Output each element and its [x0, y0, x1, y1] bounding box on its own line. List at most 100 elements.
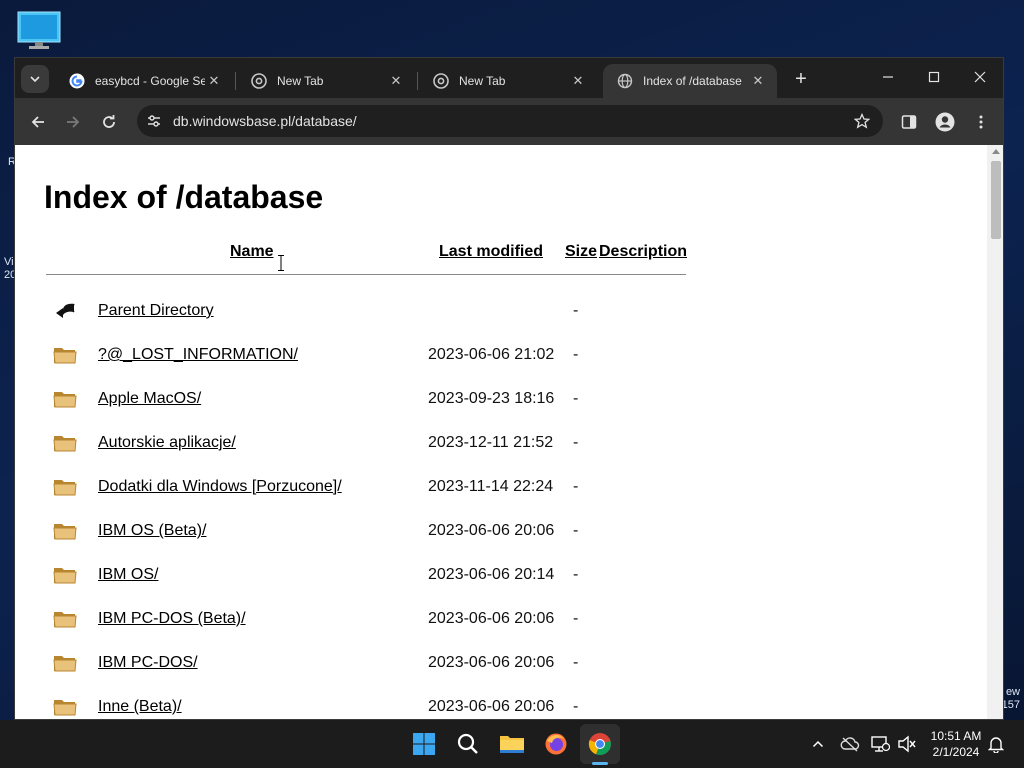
browser-window: easybcd - Google Se ✕ New Tab ✕ New Tab …	[14, 57, 1004, 720]
listing-link[interactable]: IBM PC-DOS (Beta)/	[98, 610, 246, 628]
notifications-button[interactable]	[984, 732, 1008, 756]
start-icon	[413, 733, 435, 755]
tab-search-button[interactable]	[21, 65, 49, 93]
chrome-icon	[588, 733, 611, 756]
chrome-icon	[433, 73, 449, 89]
close-icon[interactable]: ✕	[205, 72, 223, 90]
tab-index-of-database[interactable]: Index of /database ✕	[603, 64, 777, 98]
column-header-name[interactable]: Name	[230, 243, 274, 261]
tab-new-tab-1[interactable]: New Tab ✕	[237, 64, 415, 98]
listing-last-modified: 2023-06-06 20:06	[428, 698, 555, 715]
file-explorer-icon	[500, 736, 524, 753]
minimize-icon	[883, 76, 893, 78]
url-text[interactable]: db.windowsbase.pl/database/	[173, 113, 847, 129]
tab-title: New Tab	[459, 74, 506, 88]
tab-title: New Tab	[277, 74, 324, 88]
google-icon	[69, 73, 85, 89]
listing-link[interactable]: Apple MacOS/	[98, 390, 201, 408]
firefox-button[interactable]	[536, 724, 576, 764]
forward-button[interactable]	[59, 108, 87, 136]
menu-button[interactable]	[967, 108, 995, 136]
chrome-taskbar-button[interactable]	[580, 724, 620, 764]
close-icon[interactable]: ✕	[387, 72, 405, 90]
tab-separator	[417, 72, 418, 90]
listing-row: IBM OS (Beta)/ 2023-06-06 20:06 -	[15, 521, 715, 565]
scroll-thumb[interactable]	[991, 161, 1001, 239]
listing-last-modified: 2023-06-06 20:06	[428, 610, 555, 627]
chrome-icon	[251, 73, 267, 89]
tab-new-tab-2[interactable]: New Tab ✕	[419, 64, 597, 98]
back-button[interactable]	[24, 108, 52, 136]
listing-size: -	[573, 698, 579, 715]
chevron-up-icon	[812, 740, 824, 748]
clock-date: 2/1/2024	[932, 745, 980, 759]
listing-size: -	[573, 302, 579, 319]
folder-icon	[53, 521, 77, 541]
listing-link[interactable]: IBM PC-DOS/	[98, 654, 198, 672]
column-header-size[interactable]: Size	[565, 243, 597, 261]
arrow-left-icon	[31, 116, 44, 128]
listing-row: ?@_LOST_INFORMATION/2023-06-06 21:02 -	[15, 345, 715, 389]
listing-last-modified: 2023-06-06 20:06	[428, 654, 555, 671]
bookmark-star-icon[interactable]	[847, 106, 877, 136]
tab-separator	[235, 72, 236, 90]
close-icon[interactable]: ✕	[569, 72, 587, 90]
listing-last-modified: 2023-11-14 22:24	[428, 478, 554, 495]
listing-link[interactable]: Dodatki dla Windows [Porzucone]/	[98, 478, 342, 496]
listing-link[interactable]: Parent Directory	[98, 302, 214, 320]
this-pc-icon[interactable]	[16, 10, 62, 50]
page-viewport: Index of /database Name Last modified Si…	[15, 145, 987, 719]
listing-size: -	[573, 346, 579, 363]
side-panel-icon	[901, 115, 917, 129]
site-info-icon[interactable]	[139, 106, 169, 136]
chevron-down-icon	[30, 76, 40, 83]
listing-link[interactable]: IBM OS (Beta)/	[98, 522, 206, 540]
tab-easybcd-search[interactable]: easybcd - Google Se ✕	[55, 64, 233, 98]
onedrive-tray-button[interactable]	[838, 732, 862, 756]
show-hidden-icons-button[interactable]	[806, 732, 830, 756]
profile-icon	[935, 112, 955, 132]
folder-icon	[53, 477, 77, 497]
desktop-watermark-line: ew	[1005, 686, 1020, 698]
desktop-watermark-text: ew 157	[1002, 686, 1020, 712]
volume-tray-button[interactable]	[895, 732, 919, 756]
network-tray-button[interactable]	[868, 732, 892, 756]
volume-muted-icon	[898, 735, 916, 753]
listing-link[interactable]: IBM OS/	[98, 566, 158, 584]
scroll-up-arrow-icon[interactable]	[992, 149, 1000, 154]
listing-last-modified: 2023-06-06 20:14	[428, 566, 555, 583]
listing-link[interactable]: Autorskie aplikacje/	[98, 434, 236, 452]
folder-icon	[53, 345, 77, 365]
maximize-button[interactable]	[911, 58, 957, 96]
folder-icon	[53, 433, 77, 453]
file-explorer-button[interactable]	[492, 724, 532, 764]
listing-size: -	[573, 434, 579, 451]
listing-last-modified: 2023-12-11 21:52	[428, 434, 554, 451]
minimize-button[interactable]	[865, 58, 911, 96]
close-icon[interactable]: ✕	[749, 72, 767, 90]
address-bar[interactable]: db.windowsbase.pl/database/	[137, 105, 883, 137]
start-button[interactable]	[404, 724, 444, 764]
profile-button[interactable]	[931, 108, 959, 136]
reload-button[interactable]	[95, 108, 123, 136]
listing-link[interactable]: Inne (Beta)/	[98, 698, 182, 716]
listing-size: -	[573, 390, 579, 407]
taskbar-search-button[interactable]	[448, 724, 488, 764]
page-title: Index of /database	[44, 179, 324, 215]
listing-last-modified: 2023-09-23 18:16	[428, 390, 555, 407]
listing-last-modified: 2023-06-06 21:02	[428, 346, 555, 363]
column-header-description[interactable]: Description	[599, 243, 687, 261]
side-panel-button[interactable]	[895, 108, 923, 136]
listing-size: -	[573, 654, 579, 671]
system-clock[interactable]: 10:51 AM 2/1/2024	[922, 728, 990, 760]
globe-icon	[617, 73, 633, 89]
listing-link[interactable]: ?@_LOST_INFORMATION/	[98, 346, 298, 364]
close-window-button[interactable]	[957, 58, 1003, 96]
header-divider	[46, 274, 686, 275]
folder-icon	[53, 697, 77, 717]
column-header-last-modified[interactable]: Last modified	[439, 243, 543, 261]
clock-time: 10:51 AM	[930, 729, 982, 743]
listing-row: Dodatki dla Windows [Porzucone]/ 2023-11-…	[15, 477, 715, 521]
new-tab-button[interactable]: +	[789, 67, 813, 91]
page-scrollbar[interactable]	[987, 145, 1003, 719]
